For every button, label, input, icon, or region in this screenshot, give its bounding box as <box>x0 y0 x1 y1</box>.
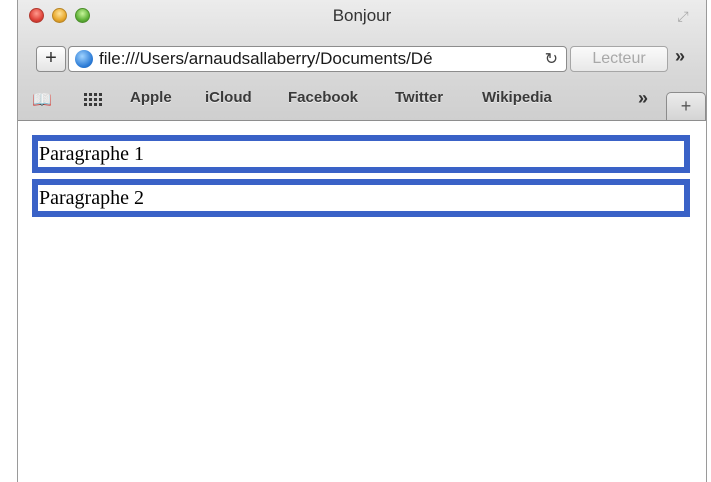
new-tab-button[interactable]: + <box>666 92 706 120</box>
toolbar: + file:///Users/arnaudsallaberry/Documen… <box>18 38 706 74</box>
bookmark-apple[interactable]: Apple <box>130 89 172 106</box>
globe-icon <box>75 50 93 68</box>
page-content: Paragraphe 1 Paragraphe 2 <box>18 121 706 482</box>
paragraph-2: Paragraphe 2 <box>32 179 690 217</box>
bookmark-icloud[interactable]: iCloud <box>205 89 252 106</box>
paragraph-1: Paragraphe 1 <box>32 135 690 173</box>
reading-list-icon[interactable]: 📖 <box>32 90 52 110</box>
bookmarks-overflow-button[interactable]: » <box>638 88 648 109</box>
bookmark-facebook[interactable]: Facebook <box>288 89 358 106</box>
title-bar: Bonjour ⤢ <box>18 0 706 34</box>
address-bar[interactable]: file:///Users/arnaudsallaberry/Documents… <box>68 46 567 72</box>
url-input[interactable]: file:///Users/arnaudsallaberry/Documents… <box>99 49 536 69</box>
browser-chrome: Bonjour ⤢ + file:///Users/arnaudsallaber… <box>18 0 706 121</box>
reload-icon[interactable]: ↻ <box>545 49 558 69</box>
reader-button[interactable]: Lecteur <box>570 46 668 72</box>
window-title: Bonjour <box>332 6 392 25</box>
add-bookmark-button[interactable]: + <box>36 46 66 72</box>
fullscreen-icon[interactable]: ⤢ <box>674 7 692 25</box>
bookmark-twitter[interactable]: Twitter <box>395 89 443 106</box>
top-sites-icon[interactable] <box>84 92 102 106</box>
bookmark-wikipedia[interactable]: Wikipedia <box>482 89 552 106</box>
toolbar-overflow-button[interactable]: » <box>675 46 685 67</box>
browser-window: Bonjour ⤢ + file:///Users/arnaudsallaber… <box>17 0 707 482</box>
bookmarks-bar: 📖 Apple iCloud Facebook Twitter Wikipedi… <box>18 82 706 120</box>
